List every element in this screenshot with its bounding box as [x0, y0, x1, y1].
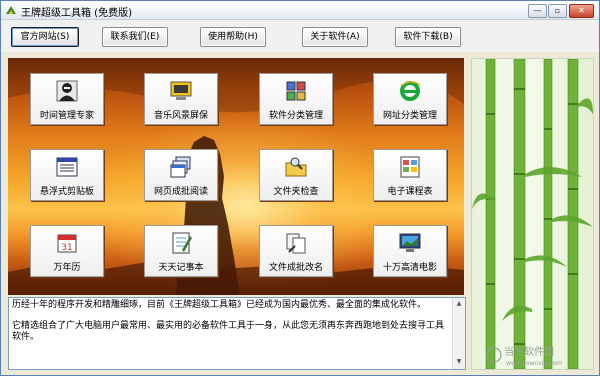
app-label: 软件分类管理 [268, 111, 323, 121]
app-time-manager[interactable]: 时间管理专家 [30, 73, 104, 125]
app-batch-web-reader[interactable]: 网页成批阅读 [144, 149, 218, 201]
description-text: 历经十年的程序开发和精雕细琢，目前《王牌超级工具箱》已经成为国内最优秀、最全面的… [12, 300, 450, 343]
movie-monitor-icon [399, 233, 421, 252]
schedule-icon [400, 156, 420, 178]
scroll-down-icon[interactable]: ▼ [454, 357, 464, 367]
title-bar[interactable]: 王牌超级工具箱 (免费版) — ▫ ✕ [1, 1, 599, 20]
app-software-manager[interactable]: 软件分类管理 [259, 73, 333, 125]
bamboo-illustration: 当下软件园 www.downxia.com [472, 59, 593, 369]
app-batch-rename[interactable]: 文件成批改名 [259, 225, 333, 277]
vertical-scrollbar[interactable]: ▲ ▼ [452, 298, 465, 369]
description-line-2: 它精选组合了广大电脑用户最常用、最实用的必备软件工具于一身，从此您无须再东奔西跑… [12, 321, 445, 342]
app-class-schedule[interactable]: 电子课程表 [373, 149, 447, 201]
app-label: 文件成批改名 [268, 263, 323, 273]
ie-icon [400, 81, 421, 101]
app-floating-clipboard[interactable]: 悬浮式剪贴板 [30, 149, 104, 201]
app-label: 时间管理专家 [39, 111, 94, 121]
close-button[interactable]: ✕ [569, 4, 594, 18]
notebook-icon [172, 232, 192, 254]
app-label: 十万高清电影 [382, 263, 437, 273]
description-line-1: 历经十年的程序开发和精雕细琢，目前《王牌超级工具箱》已经成为国内最优秀、最全面的… [12, 300, 427, 310]
description-box[interactable]: 历经十年的程序开发和精雕细琢，目前《王牌超级工具箱》已经成为国内最优秀、最全面的… [8, 297, 466, 370]
app-daily-notebook[interactable]: 天天记事本 [144, 225, 218, 277]
help-button[interactable]: 使用帮助(H) [200, 27, 266, 47]
app-label: 悬浮式剪贴板 [39, 187, 94, 197]
app-label: 万年历 [53, 263, 81, 273]
minimize-button[interactable]: — [528, 4, 547, 18]
person-icon [56, 80, 78, 102]
calendar-icon: 31 [57, 234, 77, 253]
web-pages-icon [170, 156, 191, 178]
calendar-day: 31 [61, 243, 72, 253]
rename-files-icon [286, 233, 306, 254]
app-label: 网页成批阅读 [153, 187, 208, 197]
watermark-url: www.downxia.com [506, 360, 562, 367]
about-button[interactable]: 关于软件(A) [302, 27, 368, 47]
app-hd-movies[interactable]: 十万高清电影 [373, 225, 447, 277]
official-site-button[interactable]: 官方网站(S) [11, 27, 79, 47]
app-music-screensaver[interactable]: 音乐风景屏保 [144, 73, 218, 125]
toolbar: 官方网站(S) 联系我们(E) 使用帮助(H) 关于软件(A) 软件下载(B) [1, 20, 599, 52]
app-perpetual-calendar[interactable]: 31 万年历 [30, 225, 104, 277]
watermark-name: 当下软件园 [504, 345, 554, 358]
app-window: 王牌超级工具箱 (免费版) — ▫ ✕ 官方网站(S) 联系我们(E) 使用帮助… [0, 0, 600, 376]
app-label: 天天记事本 [158, 263, 204, 273]
monitor-icon [170, 81, 192, 100]
contact-us-button[interactable]: 联系我们(E) [102, 27, 168, 47]
sunset-background: 时间管理专家 音乐风景屏保 软件分类管理 网址分类管理 悬浮式剪贴板 网页成批阅… [8, 58, 464, 295]
software-manager-icon [286, 81, 306, 101]
software-download-button[interactable]: 软件下载(B) [395, 27, 461, 47]
clipboard-window-icon [56, 157, 78, 177]
app-label: 网址分类管理 [382, 111, 437, 121]
app-url-manager[interactable]: 网址分类管理 [373, 73, 447, 125]
app-label: 电子课程表 [387, 187, 433, 197]
maximize-button[interactable]: ▫ [548, 4, 567, 18]
folder-search-icon [285, 157, 307, 177]
app-label: 音乐风景屏保 [153, 111, 208, 121]
app-folder-check[interactable]: 文件夹检查 [259, 149, 333, 201]
window-title: 王牌超级工具箱 (免费版) [21, 8, 132, 19]
bamboo-banner: 当下软件园 www.downxia.com [471, 58, 594, 370]
app-label: 文件夹检查 [273, 187, 319, 197]
scroll-up-icon[interactable]: ▲ [454, 299, 464, 309]
app-logo-icon [6, 6, 16, 14]
